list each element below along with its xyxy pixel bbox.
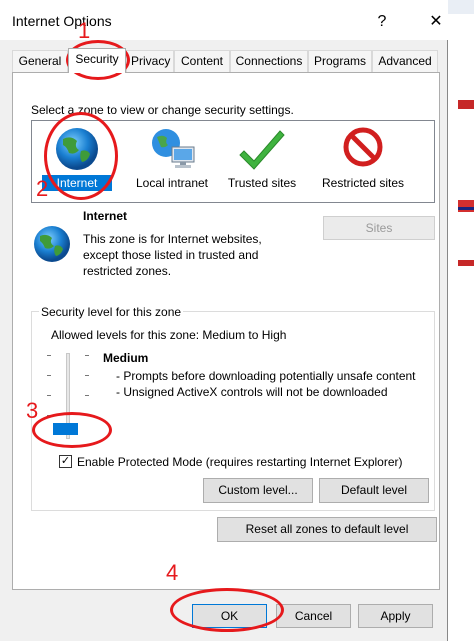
sites-button[interactable]: Sites (323, 216, 435, 240)
tab-general[interactable]: General (12, 50, 68, 72)
slider-tick (47, 415, 51, 416)
slider-tick (85, 355, 89, 356)
slider-tick (47, 355, 51, 356)
background-flag-blue (458, 207, 474, 210)
titlebar: Internet Options ? ✕ (0, 0, 448, 40)
slider-thumb[interactable] (53, 423, 78, 435)
slider-tick (47, 375, 51, 376)
slider-tick (47, 395, 51, 396)
globe-icon (47, 125, 107, 173)
close-button[interactable]: ✕ (424, 10, 448, 34)
protected-mode-label: Enable Protected Mode (requires restarti… (77, 455, 403, 469)
help-button[interactable]: ? (370, 10, 394, 34)
security-panel: Select a zone to view or change security… (12, 72, 440, 590)
window-title: Internet Options (12, 13, 112, 29)
annotation-number: 4 (166, 560, 179, 585)
annotation-number: 2 (36, 176, 49, 201)
zone-label: Trusted sites (227, 176, 297, 190)
zone-restricted-sites[interactable]: Restricted sites (318, 125, 408, 191)
zone-trusted-sites[interactable]: Trusted sites (222, 125, 302, 191)
globe-icon (31, 223, 73, 268)
tab-programs[interactable]: Programs (308, 50, 372, 72)
slider-tick (85, 395, 89, 396)
slider-tick (85, 375, 89, 376)
ok-button[interactable]: OK (192, 604, 267, 628)
background-app (448, 0, 474, 641)
background-red-block (458, 100, 474, 109)
cancel-button[interactable]: Cancel (276, 604, 351, 628)
annotation-number: 1 (78, 18, 91, 43)
custom-level-button[interactable]: Custom level... (203, 478, 313, 503)
tab-advanced[interactable]: Advanced (372, 50, 438, 72)
zone-label: Internet (42, 175, 112, 191)
selected-zone-title: Internet (83, 209, 128, 223)
zone-label: Local intranet (135, 176, 209, 190)
zone-prompt: Select a zone to view or change security… (31, 103, 294, 117)
checkmark-icon (232, 125, 292, 173)
tab-security[interactable]: Security (68, 48, 126, 73)
background-flag-red (458, 200, 474, 212)
zone-list: Internet Local intranet Trusted sites Re… (31, 120, 435, 203)
tab-content[interactable]: Content (174, 50, 230, 72)
tab-privacy[interactable]: Privacy (126, 50, 174, 72)
internet-options-dialog: Internet Options ? ✕ General Security Pr… (0, 0, 448, 641)
slider-tick (85, 415, 89, 416)
zone-label: Restricted sites (321, 176, 405, 190)
security-level-legend: Security level for this zone (39, 305, 184, 319)
zone-local-intranet[interactable]: Local intranet (132, 125, 212, 191)
selected-zone-description: This zone is for Internet websites, exce… (83, 232, 262, 278)
security-level-name: Medium (103, 351, 149, 365)
apply-button[interactable]: Apply (358, 604, 433, 628)
background-header (448, 0, 474, 14)
reset-all-zones-button[interactable]: Reset all zones to default level (217, 517, 437, 542)
zone-internet[interactable]: Internet (42, 125, 112, 191)
allowed-levels: Allowed levels for this zone: Medium to … (51, 328, 287, 342)
security-level-description: - Prompts before downloading potentially… (116, 369, 416, 399)
default-level-button[interactable]: Default level (319, 478, 429, 503)
local-intranet-icon (142, 125, 202, 173)
background-red-block-2 (458, 260, 474, 266)
no-entry-icon (333, 125, 393, 173)
protected-mode-checkbox[interactable]: ✓ (59, 455, 72, 468)
annotation-number: 3 (26, 398, 39, 423)
tab-connections[interactable]: Connections (230, 50, 308, 72)
